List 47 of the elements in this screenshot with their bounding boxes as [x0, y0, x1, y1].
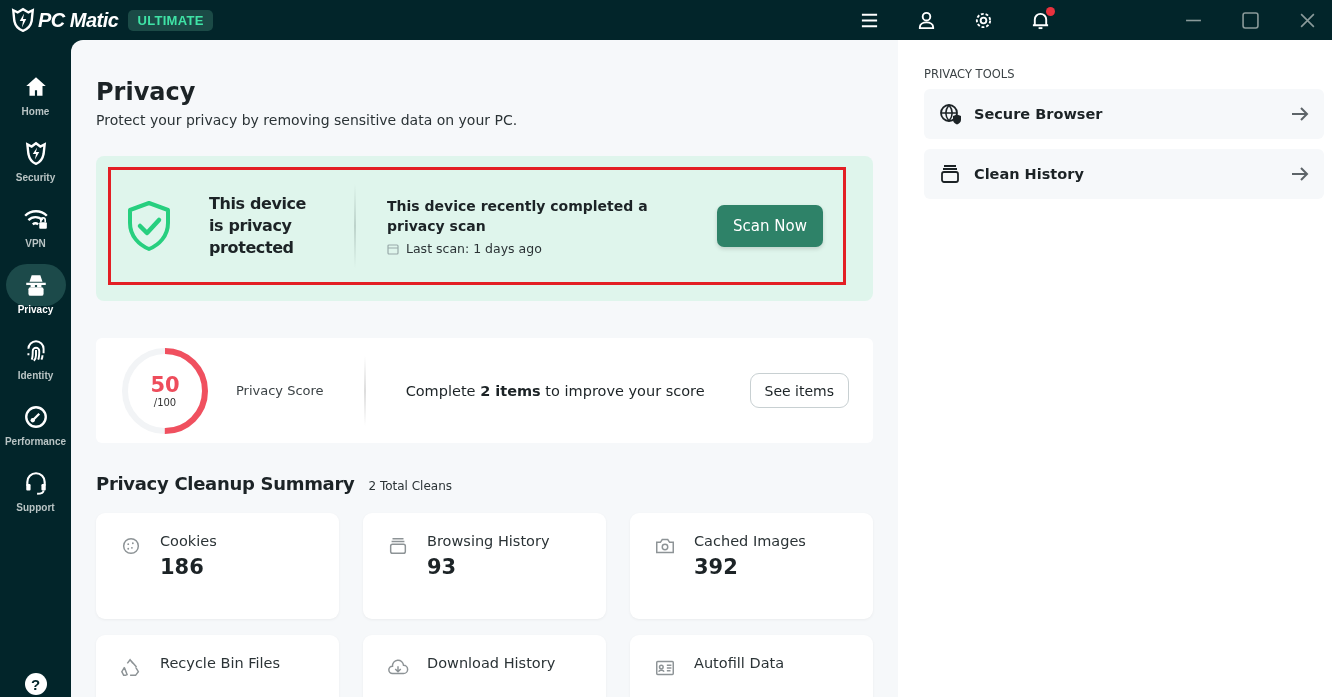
sidebar-item[interactable]: Identity — [0, 330, 71, 381]
last-scan-text: Last scan: 1 days ago — [406, 241, 542, 256]
card-label: Download History — [427, 655, 556, 671]
close-icon[interactable] — [1299, 11, 1316, 29]
sidebar-item[interactable]: Support — [0, 462, 71, 513]
card-label: Cached Images — [694, 533, 806, 549]
card-label: Browsing History — [427, 533, 550, 549]
logo-icon — [10, 7, 36, 33]
page-subtitle: Protect your privacy by removing sensitive data on your PC. — [96, 112, 519, 128]
stack-icon — [387, 535, 409, 557]
card-label: Recycle Bin Files — [160, 655, 281, 671]
card-label: Autofill Data — [694, 655, 785, 671]
score-value: 50 — [150, 373, 180, 397]
globe-shield-icon — [938, 102, 962, 126]
shield-check-icon — [125, 200, 173, 252]
card-count: 392 — [694, 555, 739, 579]
section-title: Privacy Cleanup Summary — [96, 473, 355, 494]
protection-status: This device is privacy protected — [209, 193, 308, 259]
total-cleans: 2 Total Cleans — [368, 479, 453, 493]
card-count: 186 — [160, 555, 205, 579]
logo-text: PC Matic — [38, 8, 119, 32]
tool-item[interactable]: Secure Browser — [924, 89, 1324, 139]
sidebar-item[interactable]: Home — [0, 66, 71, 117]
settings-icon[interactable] — [974, 10, 993, 30]
sidebar-item[interactable]: Performance — [0, 396, 71, 447]
sidebar-item[interactable]: VPN — [0, 198, 71, 249]
page-title: Privacy — [96, 78, 197, 106]
score-label: Privacy Score — [236, 383, 324, 398]
section-title: PRIVACY TOOLS — [924, 67, 1016, 81]
help-button[interactable]: ? — [24, 673, 47, 695]
card-label: Cookies — [160, 533, 217, 549]
calendar-icon — [387, 242, 399, 255]
maximize-icon[interactable] — [1242, 11, 1259, 29]
score-hint: Complete 2 items to improve your score — [405, 382, 705, 399]
user-icon[interactable] — [917, 10, 936, 30]
cookie-icon — [120, 535, 142, 557]
bell-icon[interactable] — [1031, 10, 1050, 30]
tool-item[interactable]: Clean History — [924, 149, 1324, 199]
scan-now-button[interactable]: Scan Now — [717, 205, 823, 247]
plan-badge: ULTIMATE — [128, 9, 213, 31]
gauge-icon — [22, 404, 49, 430]
scan-message: This device recently completed a privacy scan — [387, 197, 649, 236]
card-count: 93 — [427, 555, 458, 579]
score-max: /100 — [153, 397, 177, 408]
sidebar-item[interactable]: Security — [0, 132, 71, 183]
see-items-button[interactable]: See items — [749, 373, 849, 408]
stack-icon — [938, 162, 962, 186]
